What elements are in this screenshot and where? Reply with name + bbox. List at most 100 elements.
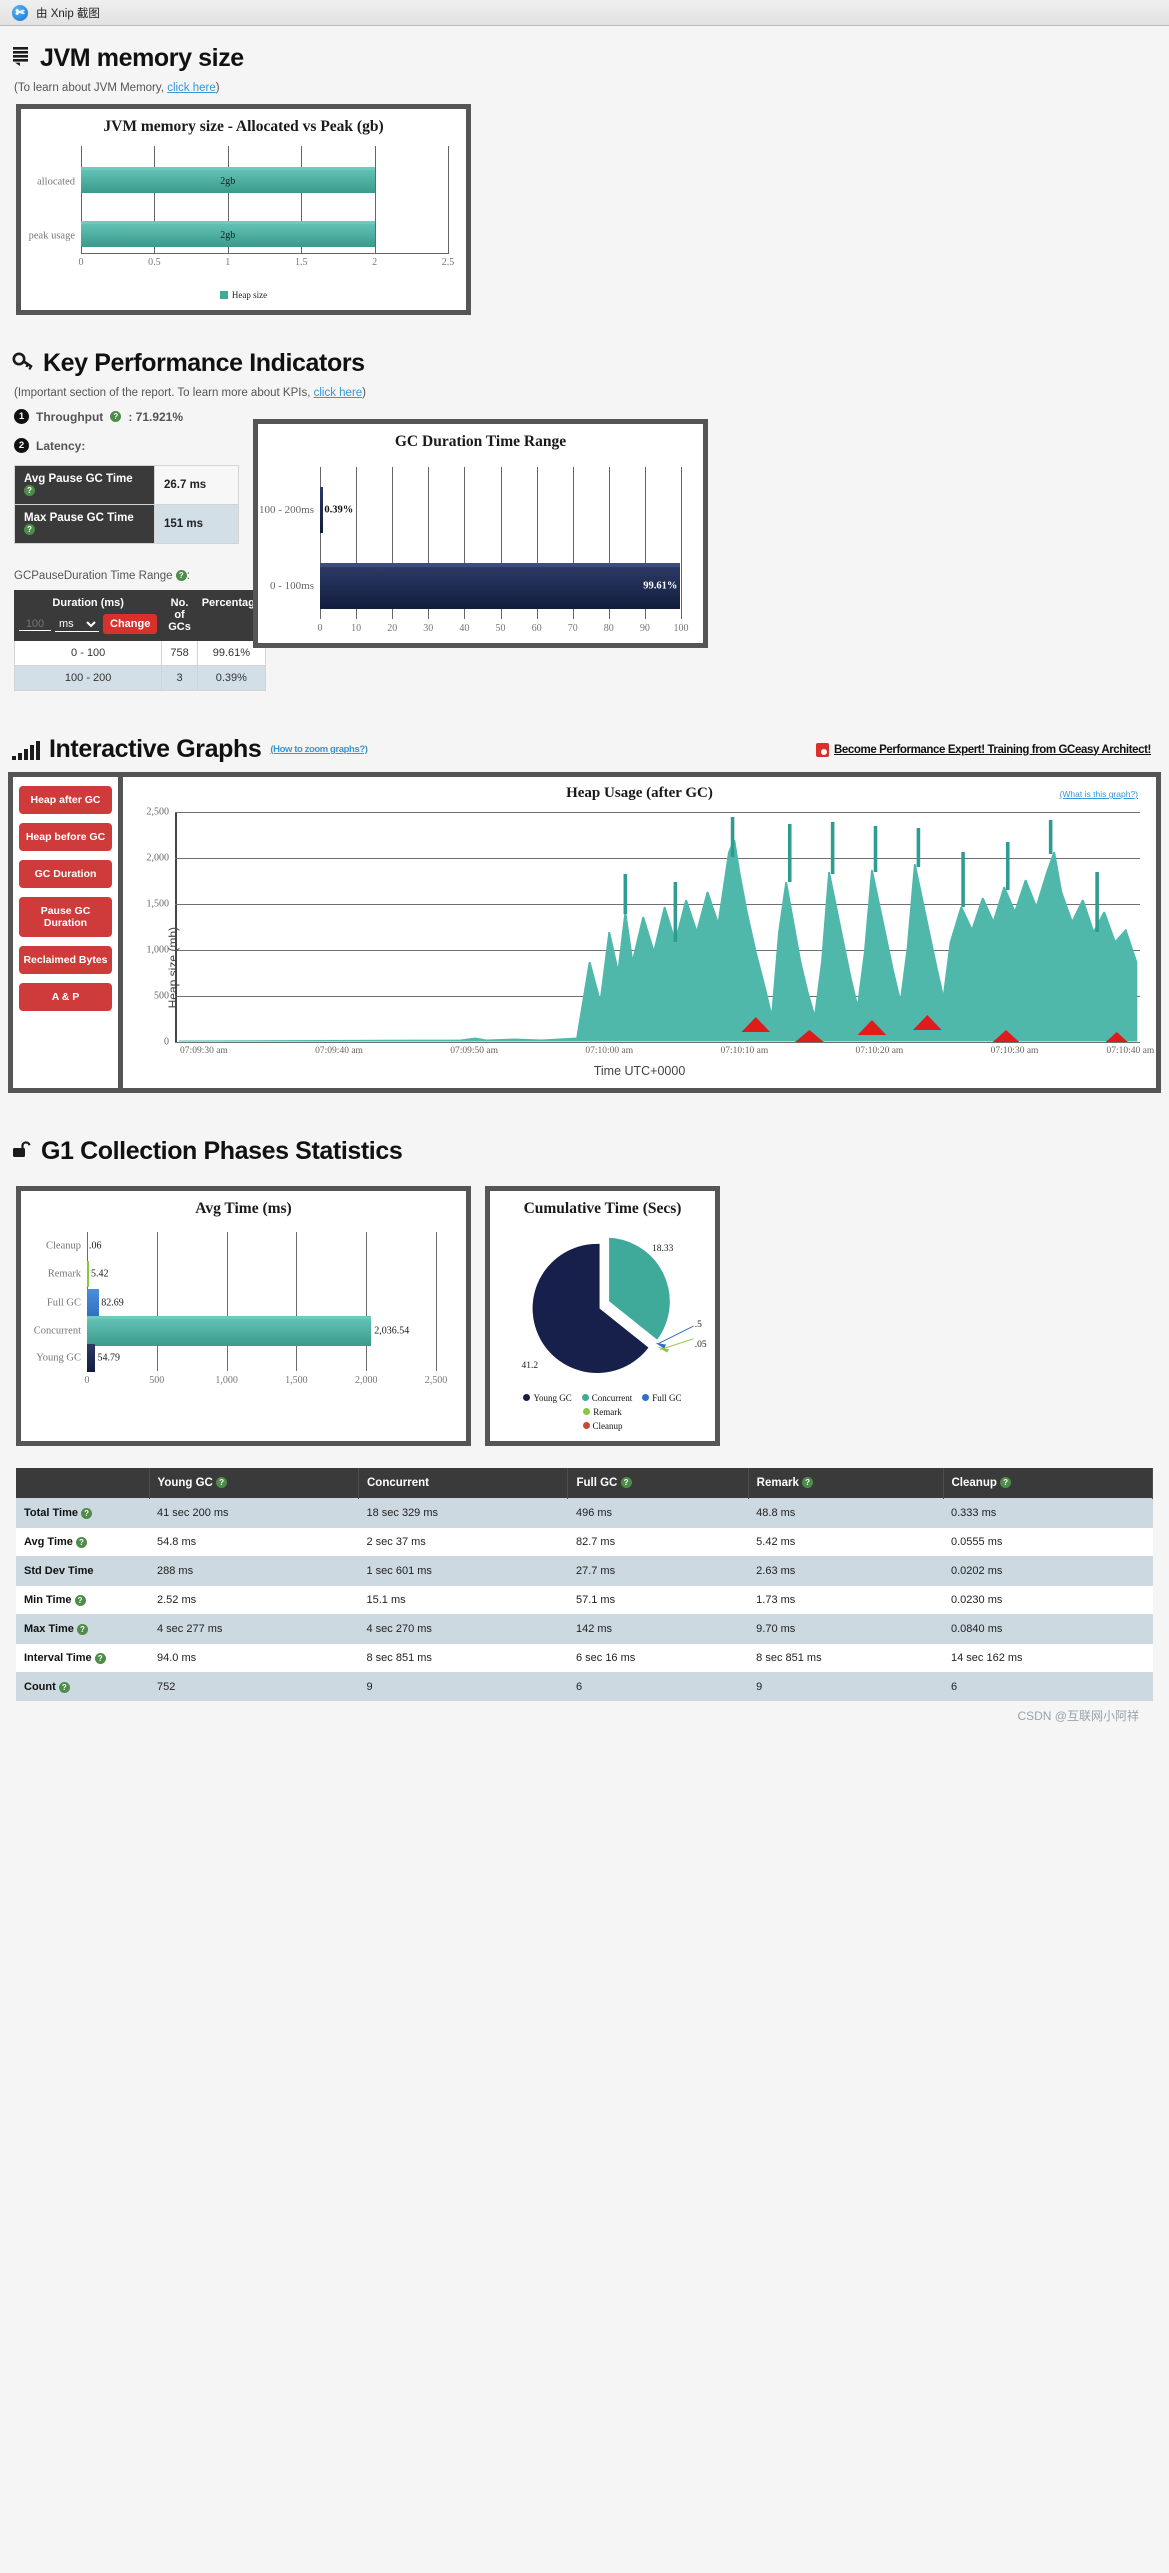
throughput-help-icon[interactable]: ? xyxy=(110,411,122,422)
become-expert-link[interactable]: Become Performance Expert! Training from… xyxy=(815,742,1161,757)
row-interval-time-remark: 8 sec 851 ms xyxy=(748,1643,943,1673)
row-std-dev-label: Std Dev Time xyxy=(16,1556,149,1586)
range-caption-text: GCPauseDuration Time Range xyxy=(14,570,173,582)
graph-button-heap-before-gc[interactable]: Heap before GC xyxy=(19,823,112,851)
jvm-bar-allocated: 2gb xyxy=(81,166,375,193)
max-pause-label: Max Pause GC Time xyxy=(24,512,134,524)
row-avg-time-young: 54.8 ms xyxy=(149,1527,359,1557)
heap-usage-series xyxy=(178,817,1138,1042)
row-count-label: Count ? xyxy=(16,1672,149,1701)
gcd-xtick-7: 70 xyxy=(567,623,578,634)
duration-input[interactable] xyxy=(19,617,51,631)
row-avg-time-concurrent: 2 sec 37 ms xyxy=(358,1527,568,1557)
table-row: Max Pause GC Time ? 151 ms xyxy=(14,504,239,544)
pie-legend-full-gc: Full GC xyxy=(642,1393,682,1403)
pie-label-young-gc: 41.2 xyxy=(521,1360,539,1371)
avg-val-full-gc: 82.69 xyxy=(101,1297,124,1309)
young-gc-help-icon[interactable]: ? xyxy=(216,1477,228,1489)
graph-button-a-and-p[interactable]: A & P xyxy=(19,983,112,1011)
jvm-learn-more-link[interactable]: click here xyxy=(167,82,216,94)
jvm-chart-title: JVM memory size - Allocated vs Peak (gb) xyxy=(103,118,384,135)
graph-button-gc-duration[interactable]: GC Duration xyxy=(19,860,112,888)
graph-button-pause-gc-duration[interactable]: Pause GC Duration xyxy=(19,897,112,937)
interval-time-help-icon[interactable]: ? xyxy=(94,1652,106,1664)
avg-bar-concurrent xyxy=(87,1315,372,1346)
row-std-dev-remark: 2.63 ms xyxy=(748,1556,943,1586)
stats-col-cleanup: Cleanup ? xyxy=(943,1468,1153,1499)
row-avg-time-label: Avg Time ? xyxy=(16,1527,149,1557)
range-0-100: 0 - 100 xyxy=(13,640,163,666)
pie-legend-cleanup: Cleanup xyxy=(502,1421,703,1431)
avg-time-help-icon[interactable]: ? xyxy=(75,1536,87,1548)
jvm-legend-swatch xyxy=(219,291,228,299)
pie-legend-concurrent: Concurrent xyxy=(581,1393,632,1403)
g1-statistics-table-wrap: Young GC ? Concurrent Full GC ? Remark ?… xyxy=(16,1468,1153,1738)
stats-col-concurrent: Concurrent xyxy=(358,1468,569,1499)
heap-ytick-0: 0 xyxy=(164,1036,169,1048)
gcd-xtick-8: 80 xyxy=(603,623,614,634)
max-time-help-icon[interactable]: ? xyxy=(77,1623,88,1635)
table-header-row: Young GC ? Concurrent Full GC ? Remark ?… xyxy=(16,1468,1153,1499)
avg-cat-young-gc: Young GC xyxy=(36,1352,81,1364)
avg-cat-cleanup: Cleanup xyxy=(46,1240,81,1252)
become-expert-text: Become Performance Expert! Training from… xyxy=(833,743,1151,756)
graph-button-reclaimed-bytes[interactable]: Reclaimed Bytes xyxy=(19,946,112,974)
row-total-time-remark: 48.8 ms xyxy=(748,1498,943,1528)
avg-time-plot-area: Cleanup .06 Remark 5.42 Full GC 82.69 Co… xyxy=(34,1232,447,1386)
max-pause-help-icon[interactable]: ? xyxy=(24,524,35,536)
graph-button-heap-after-gc[interactable]: Heap after GC xyxy=(19,786,112,814)
pie-label-concurrent: 18.33 xyxy=(652,1243,674,1254)
throughput-value: : 71.921% xyxy=(128,409,184,424)
how-to-zoom-link[interactable]: (How to zoom graphs?) xyxy=(270,744,368,755)
jvm-xtick-0: 0 xyxy=(78,257,84,268)
range-100-200: 100 - 200 xyxy=(13,665,163,691)
heap-xtick-3: 07:10:00 am xyxy=(585,1046,634,1056)
g1-heading-text: G1 Collection Phases Statistics xyxy=(41,1137,403,1165)
table-header-row: Duration (ms) ms sec Change No. of GCs P… xyxy=(13,590,267,641)
duration-unit-select[interactable]: ms sec xyxy=(55,616,99,632)
jvm-xtick-1: 0.5 xyxy=(148,257,161,268)
row-max-time-concurrent: 4 sec 270 ms xyxy=(358,1614,568,1644)
avg-pause-label: Avg Pause GC Time xyxy=(24,473,133,485)
what-is-this-graph-link[interactable]: (What is this graph?) xyxy=(1060,789,1138,799)
jvm-bar-peak-usage: 2gb xyxy=(81,220,375,247)
min-time-help-icon[interactable]: ? xyxy=(74,1594,86,1606)
heap-y-axis-label: Heap size (mb) xyxy=(166,927,180,1009)
full-gc-help-icon[interactable]: ? xyxy=(620,1477,632,1489)
pie-legend: Young GC Concurrent Full GC Remark Clean… xyxy=(490,1389,715,1441)
row-count-young: 752 xyxy=(149,1672,359,1701)
kpi-note-prefix: (Important section of the report. To lea… xyxy=(14,387,311,399)
avg-pause-help-icon[interactable]: ? xyxy=(24,485,35,497)
row-max-time-full: 142 ms xyxy=(567,1614,749,1644)
avg-val-cleanup: .06 xyxy=(89,1240,102,1252)
table-row: Avg Pause GC Time ? 26.7 ms xyxy=(14,465,239,505)
table-row: Std Dev Time 288 ms 1 sec 601 ms 27.7 ms… xyxy=(16,1556,1153,1586)
heap-usage-chart: Heap Usage (after GC) (What is this grap… xyxy=(123,777,1156,1088)
jvm-cat-label-peak: peak usage xyxy=(28,230,75,242)
avg-cat-remark: Remark xyxy=(47,1268,81,1280)
gcd-xtick-0: 0 xyxy=(317,623,323,634)
change-button[interactable]: Change xyxy=(103,614,158,634)
kpi-section-heading: Key Performance Indicators xyxy=(8,349,1161,378)
heap-xtick-2: 07:09:50 am xyxy=(450,1046,499,1056)
range-help-icon[interactable]: ? xyxy=(175,570,187,582)
kpi-learn-more-link[interactable]: click here xyxy=(314,387,363,399)
total-time-help-icon[interactable]: ? xyxy=(81,1507,93,1519)
gcd-xtick-4: 40 xyxy=(459,623,470,634)
row-total-time-label: Total Time ? xyxy=(16,1498,149,1528)
avg-xtick-4: 2,000 xyxy=(354,1375,378,1386)
cleanup-help-icon[interactable]: ? xyxy=(1000,1477,1012,1489)
row-std-dev-concurrent: 1 sec 601 ms xyxy=(358,1556,568,1586)
pie-label-full-gc: .5 xyxy=(694,1319,702,1330)
stats-col-full-gc: Full GC ? xyxy=(567,1468,749,1499)
remark-help-icon[interactable]: ? xyxy=(802,1477,814,1489)
gcd-xtick-2: 20 xyxy=(387,623,398,634)
row-count-cleanup: 6 xyxy=(943,1672,1153,1701)
kpi-badge-1: 1 xyxy=(14,409,29,424)
count-help-icon[interactable]: ? xyxy=(58,1681,70,1693)
heap-xtick-5: 07:10:20 am xyxy=(855,1046,904,1056)
avg-bar-young-gc xyxy=(87,1344,95,1373)
jvm-xtick-3: 1.5 xyxy=(294,257,308,268)
row-avg-time-full: 82.7 ms xyxy=(567,1527,749,1557)
throughput-label: Throughput xyxy=(36,409,104,424)
